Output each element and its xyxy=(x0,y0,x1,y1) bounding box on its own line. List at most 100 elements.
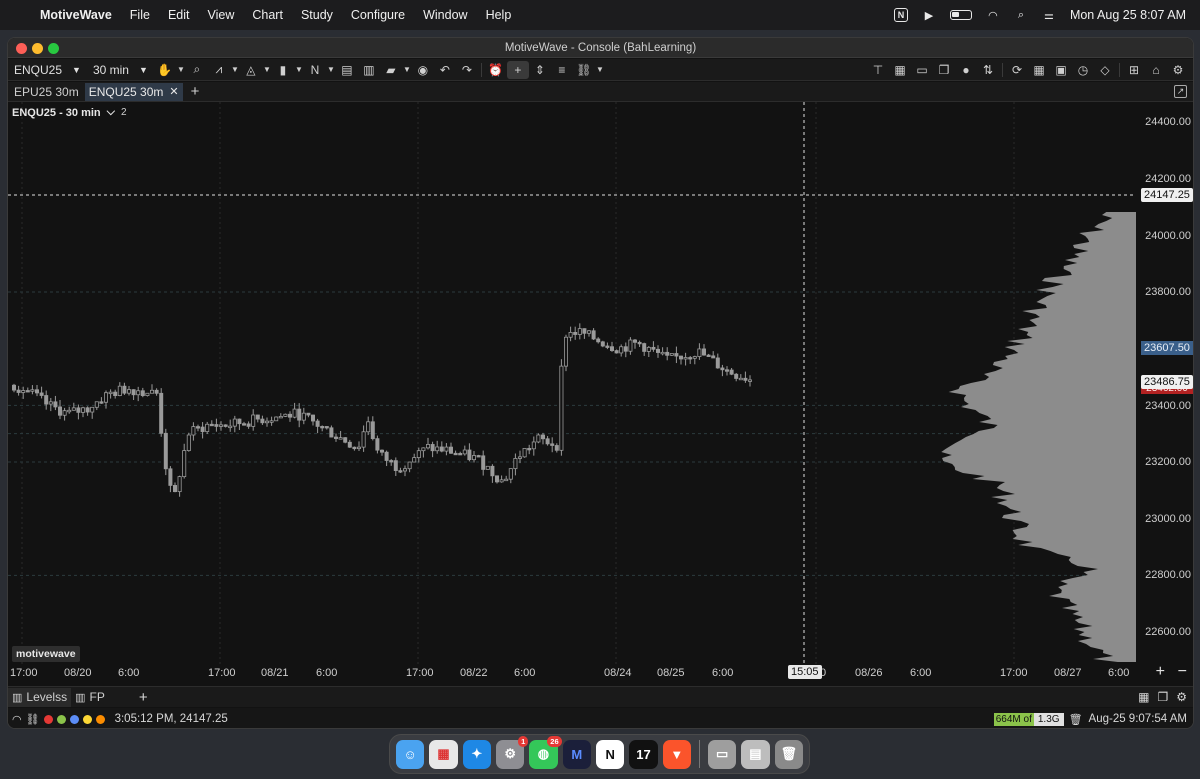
menu-chart[interactable]: Chart xyxy=(252,8,283,22)
order-ticket-icon[interactable]: ⊤ xyxy=(867,61,889,79)
tradingview-app-icon[interactable]: 17 xyxy=(629,739,658,769)
candle-body xyxy=(352,446,357,450)
alarm-clock-icon[interactable]: ⏰ xyxy=(485,61,507,79)
history-icon[interactable]: ◷ xyxy=(1072,61,1094,79)
zoom-out-button[interactable]: − xyxy=(1178,663,1187,681)
shopping-bag-icon[interactable]: ⌂ xyxy=(1145,61,1167,79)
menu-window[interactable]: Window xyxy=(423,8,467,22)
drawing-tools-icon[interactable]: ⩘ xyxy=(208,61,230,79)
status-dot-yellow[interactable] xyxy=(82,714,92,724)
settings-app-icon[interactable]: ⚙ 1 xyxy=(495,735,529,769)
memory-meter[interactable]: 664M of 1.3G xyxy=(993,712,1064,726)
messages-app-icon[interactable]: ◍ 26 xyxy=(529,735,562,769)
link-icon[interactable]: ⛓ xyxy=(26,713,40,726)
new-document-icon[interactable]: ▤ xyxy=(336,61,358,79)
trash-icon[interactable]: 🗑 xyxy=(1069,713,1083,726)
symbol-select[interactable]: ENQU25 ▼ xyxy=(8,63,87,77)
preview-window-icon[interactable]: ▭ xyxy=(707,739,737,769)
menu-file[interactable]: File xyxy=(130,8,150,22)
undo-icon[interactable]: ↶ xyxy=(434,61,456,79)
safari-app-icon[interactable]: ✦ xyxy=(462,739,491,769)
trade-arrows-icon[interactable]: ⇅ xyxy=(977,61,999,79)
interval-select[interactable]: 30 min ▼ xyxy=(87,63,154,77)
time-axis[interactable]: 17:00 08/20 6:00 17:00 08/21 6:00 17:00 … xyxy=(8,663,1193,685)
copy-icon[interactable]: ❐ xyxy=(1157,690,1168,704)
chevron-down-icon[interactable]: ▼ xyxy=(176,61,186,79)
tag-icon[interactable]: ◇ xyxy=(1094,61,1116,79)
chevron-down-icon[interactable]: ▼ xyxy=(326,61,336,79)
crosshair-icon[interactable]: + xyxy=(506,60,529,79)
panel-tab-fp[interactable]: ▥ FP xyxy=(71,688,109,707)
table-icon[interactable]: ▦ xyxy=(1028,61,1050,79)
camera-icon[interactable]: ◉ xyxy=(412,61,434,79)
candle-body xyxy=(527,448,532,451)
chevron-down-icon[interactable]: ▼ xyxy=(294,61,304,79)
status-dot-red[interactable] xyxy=(43,714,53,724)
expand-icon[interactable]: ↗ xyxy=(1174,85,1187,98)
candle-body xyxy=(435,446,440,452)
document-window-icon[interactable]: ▤ xyxy=(741,739,770,769)
add-tab-button[interactable]: + xyxy=(191,83,200,100)
window-minimize-button[interactable] xyxy=(32,43,43,54)
zoom-icon[interactable]: ⌕ xyxy=(186,61,208,79)
add-panel-button[interactable]: + xyxy=(139,689,148,706)
menu-view[interactable]: View xyxy=(207,8,234,22)
wifi-icon[interactable]: ◠ xyxy=(986,8,1000,22)
chevron-down-icon[interactable]: ▼ xyxy=(595,61,605,79)
list-icon[interactable]: ≡ xyxy=(551,61,573,79)
finder-app-icon[interactable]: ☺ xyxy=(396,739,425,769)
tab-enqu25[interactable]: ENQU25 30m ✕ xyxy=(84,82,183,101)
coins-icon[interactable]: ● xyxy=(955,61,977,79)
status-dot-green[interactable] xyxy=(56,714,66,724)
battery-icon[interactable] xyxy=(949,10,972,20)
open-folder-icon[interactable]: ▰ xyxy=(380,61,402,79)
panel-icon[interactable]: ▭ xyxy=(911,61,933,79)
chevron-down-icon[interactable]: ▼ xyxy=(402,61,412,79)
candlestick-icon[interactable]: ▮ xyxy=(272,61,294,79)
notion-app-icon[interactable]: N xyxy=(595,739,625,769)
control-center-icon[interactable]: ⚌ xyxy=(1042,8,1056,22)
chevron-down-icon[interactable]: ⌵ xyxy=(107,106,115,119)
spotlight-search-icon[interactable]: ⌕ xyxy=(1014,8,1028,22)
chart-style-icon[interactable]: ◬ xyxy=(240,61,262,79)
org-chart-icon[interactable]: ⊞ xyxy=(1123,61,1145,79)
brave-app-icon[interactable]: ▼ xyxy=(662,739,691,769)
window-maximize-button[interactable] xyxy=(48,43,59,54)
play-tray-icon[interactable]: ▶ xyxy=(922,8,936,22)
trash-dock-icon[interactable]: 🗑 xyxy=(774,739,803,769)
chevron-down-icon[interactable]: ▼ xyxy=(230,61,240,79)
bar-type-button[interactable]: N xyxy=(304,61,326,79)
redo-icon[interactable]: ↷ xyxy=(456,61,478,79)
menu-configure[interactable]: Configure xyxy=(351,8,405,22)
price-chart[interactable]: ENQU25 - 30 min ⌵ 2 motivewave 24400.00 … xyxy=(8,102,1193,685)
menu-app-name[interactable]: MotiveWave xyxy=(40,8,112,22)
save-icon[interactable]: ▥ xyxy=(358,61,380,79)
book-icon[interactable]: ▣ xyxy=(1050,61,1072,79)
panel-tab-levelss[interactable]: ▥ Levelss xyxy=(8,687,72,707)
notion-tray-icon[interactable]: N xyxy=(893,8,908,22)
status-dot-orange[interactable] xyxy=(95,714,105,724)
link-icon[interactable]: ⛓ xyxy=(573,61,595,79)
x-axis-label: 6:00 xyxy=(514,667,536,679)
pan-hand-icon[interactable]: ✋ xyxy=(154,61,176,79)
status-dot-blue[interactable] xyxy=(69,714,79,724)
close-icon[interactable]: ✕ xyxy=(169,85,178,98)
chart-canvas[interactable] xyxy=(8,102,1193,664)
refresh-icon[interactable]: ⟳ xyxy=(1006,61,1028,79)
tab-epu25[interactable]: EPU25 30m xyxy=(10,83,83,101)
menubar-clock[interactable]: Mon Aug 25 8:07 AM xyxy=(1070,8,1186,22)
menu-edit[interactable]: Edit xyxy=(168,8,190,22)
dom-icon[interactable]: ▦ xyxy=(889,61,911,79)
gear-icon[interactable]: ⚙ xyxy=(1167,61,1189,79)
menu-study[interactable]: Study xyxy=(301,8,333,22)
layout-icon[interactable]: ▦ xyxy=(1138,690,1149,704)
measure-icon[interactable]: ⇕ xyxy=(529,61,551,79)
launchpad-app-icon[interactable]: ▦ xyxy=(429,739,458,769)
zoom-in-button[interactable]: + xyxy=(1156,663,1165,681)
windows-icon[interactable]: ❐ xyxy=(933,61,955,79)
chevron-down-icon[interactable]: ▼ xyxy=(262,61,272,79)
gear-icon[interactable]: ⚙ xyxy=(1176,690,1187,704)
motivewave-app-icon[interactable]: M xyxy=(562,739,591,769)
menu-help[interactable]: Help xyxy=(486,8,512,22)
window-close-button[interactable] xyxy=(16,43,27,54)
